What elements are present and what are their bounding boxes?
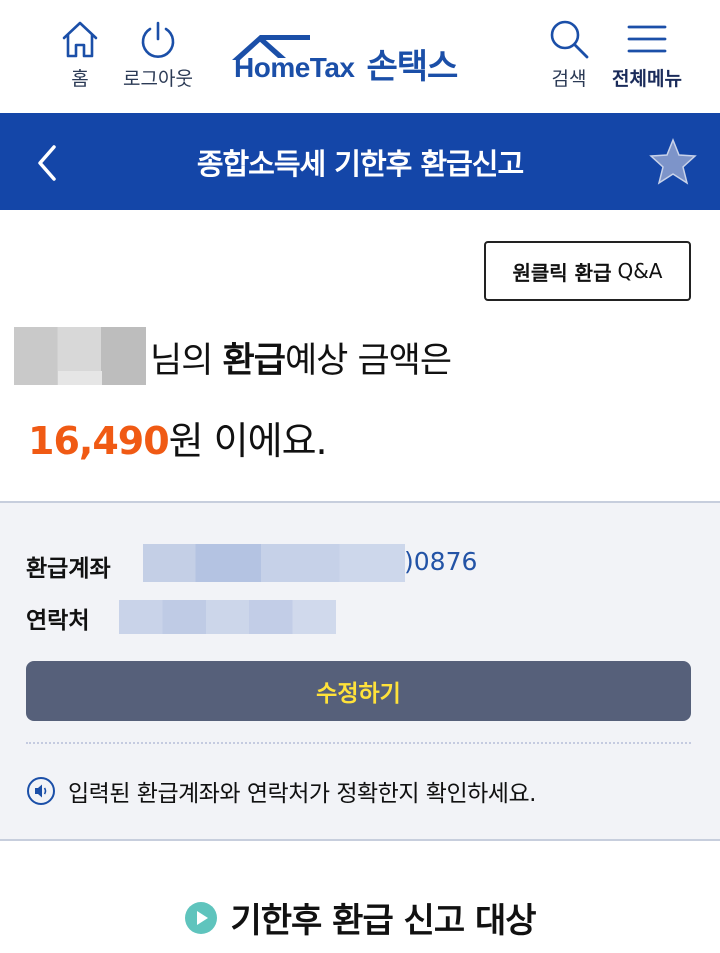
back-button[interactable] [28, 143, 68, 183]
refund-amount: 16,490 [28, 419, 170, 463]
page-title: 종합소득세 기한후 환급신고 [196, 146, 524, 181]
blurred-account-number [143, 544, 405, 582]
star-icon [649, 137, 697, 185]
message-refund-word: 환급 [222, 341, 286, 381]
one-click-refund-qa-button[interactable]: 원클릭 환급 Q&A [484, 241, 691, 301]
hometax-logo[interactable]: HomeTax 손택스 [228, 32, 498, 88]
blurred-contact-number [119, 600, 336, 634]
search-button[interactable]: 검색 [538, 18, 600, 91]
qa-button-text: Q&A [617, 259, 663, 283]
contact-label: 연락처 [26, 608, 90, 634]
power-icon [141, 21, 175, 58]
notice-text: 입력된 환급계좌와 연락처가 정확한지 확인하세요. [68, 781, 536, 807]
home-icon [62, 21, 98, 58]
logo-son-text: 손택스 [366, 47, 458, 87]
logout-button[interactable]: 로그아웃 [112, 18, 204, 91]
back-chevron-icon [38, 145, 56, 181]
dotted-divider [26, 742, 691, 744]
refund-amount-suffix: 원 이에요. [168, 419, 328, 463]
full-menu-button[interactable]: 전체메뉴 [602, 18, 692, 91]
search-label: 검색 [551, 68, 587, 90]
account-label: 환급계좌 [26, 556, 111, 582]
message-suffix-1: 님의 [150, 341, 223, 381]
refund-info-panel: 환급계좌 )0876 연락처 수정하기 입력된 환급계좌와 연락처가 정확한지 … [0, 501, 720, 841]
account-number-tail: )0876 [404, 547, 478, 576]
qa-button-bold: 원클릭 환급 [512, 260, 612, 285]
edit-button[interactable]: 수정하기 [26, 661, 691, 721]
section-title: 기한후 환급 신고 대상 [230, 901, 536, 941]
favorite-button[interactable] [648, 137, 698, 187]
play-circle-icon [185, 901, 218, 934]
logo-text: HomeTax [234, 52, 355, 83]
top-header: 홈 로그아웃 HomeTax 손택스 검색 전체메뉴 [0, 0, 720, 113]
section-heading: 기한후 환급 신고 대상 [0, 893, 720, 942]
logout-label: 로그아웃 [123, 68, 193, 90]
menu-label: 전체메뉴 [612, 68, 682, 90]
menu-icon [627, 25, 667, 53]
verification-notice: 입력된 환급계좌와 연락처가 정확한지 확인하세요. [26, 774, 536, 808]
search-icon [550, 20, 589, 59]
message-suffix-2: 예상 금액은 [284, 341, 452, 381]
speaker-icon [27, 777, 55, 805]
page-title-bar: 종합소득세 기한후 환급신고 [0, 113, 720, 210]
home-button[interactable]: 홈 [54, 18, 106, 91]
refund-message-line1: 님의 환급예상 금액은 [150, 332, 452, 383]
home-label: 홈 [71, 68, 89, 90]
refund-message-line2: 16,490원 이에요. [28, 410, 328, 465]
blurred-user-name [14, 327, 146, 385]
